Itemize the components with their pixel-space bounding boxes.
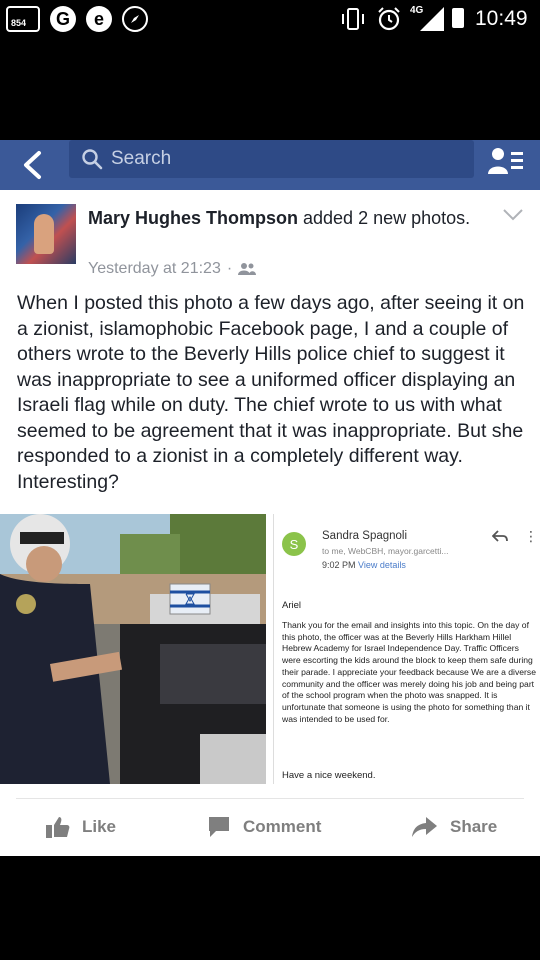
post-timestamp[interactable]: Yesterday at 21:23 bbox=[88, 260, 221, 278]
post-card: Mary Hughes Thompson added 2 new photos.… bbox=[0, 190, 540, 856]
reply-icon bbox=[492, 530, 508, 542]
post-header: Mary Hughes Thompson added 2 new photos. bbox=[88, 206, 498, 231]
notification-badge-icon: 854 bbox=[6, 6, 40, 32]
navigation-bar-area bbox=[0, 856, 540, 960]
chevron-down-icon[interactable] bbox=[502, 208, 524, 222]
like-button[interactable]: Like bbox=[46, 810, 116, 844]
network-type-label: 4G bbox=[410, 5, 424, 16]
email-recipients: to me, WebCBH, mayor.garcetti... bbox=[322, 546, 449, 556]
comment-icon bbox=[209, 817, 229, 837]
comment-button[interactable]: Comment bbox=[207, 810, 321, 844]
google-icon: G bbox=[50, 6, 76, 32]
email-sender: Sandra Spagnoli bbox=[322, 530, 408, 542]
photo-officer[interactable] bbox=[0, 514, 266, 784]
back-button[interactable] bbox=[12, 146, 52, 184]
app-header: Search bbox=[0, 140, 540, 190]
avatar[interactable] bbox=[16, 204, 76, 264]
friends-icon bbox=[238, 263, 257, 275]
officer-photo-image bbox=[0, 514, 266, 784]
like-label: Like bbox=[82, 817, 117, 836]
email-greeting: Ariel bbox=[282, 600, 302, 611]
photo-email-screenshot[interactable]: S Sandra Spagnoli to me, WebCBH, mayor.g… bbox=[273, 514, 540, 784]
post-action-text: added 2 new photos. bbox=[298, 208, 471, 228]
post-text: When I posted this photo a few days ago,… bbox=[17, 292, 525, 493]
meta-separator: · bbox=[226, 260, 233, 277]
thumbs-up-icon bbox=[46, 817, 70, 838]
signal-icon: 4G bbox=[410, 5, 446, 33]
author-name[interactable]: Mary Hughes Thompson bbox=[88, 208, 298, 228]
comment-label: Comment bbox=[243, 817, 322, 836]
divider bbox=[16, 798, 524, 799]
browser-icon: e bbox=[86, 6, 112, 32]
view-details-link: View details bbox=[358, 560, 406, 570]
search-icon bbox=[82, 149, 103, 170]
share-arrow-icon bbox=[412, 817, 437, 837]
email-body: Thank you for the email and insights int… bbox=[282, 620, 536, 724]
post-meta: Yesterday at 21:23 · bbox=[88, 260, 257, 278]
clock: 10:49 bbox=[475, 7, 528, 30]
search-placeholder: Search bbox=[111, 148, 172, 169]
friend-requests-button[interactable] bbox=[486, 144, 526, 180]
email-closing: Have a nice weekend. bbox=[282, 770, 376, 781]
vibrate-icon bbox=[342, 8, 364, 30]
search-input[interactable]: Search bbox=[69, 140, 474, 178]
more-vert-icon: ⋮ bbox=[524, 528, 538, 544]
email-time: 9:02 PM bbox=[322, 560, 356, 570]
alarm-icon bbox=[378, 7, 400, 31]
email-time-row: 9:02 PM View details bbox=[322, 560, 406, 570]
share-button[interactable]: Share bbox=[412, 810, 497, 844]
sender-avatar: S bbox=[282, 532, 306, 556]
chevron-left-icon bbox=[24, 151, 41, 179]
status-bar: 854 G e 4G 10:49 bbox=[0, 0, 540, 40]
battery-icon bbox=[452, 8, 464, 28]
compass-icon bbox=[122, 6, 148, 32]
friend-requests-icon bbox=[488, 148, 523, 174]
share-label: Share bbox=[450, 817, 498, 836]
